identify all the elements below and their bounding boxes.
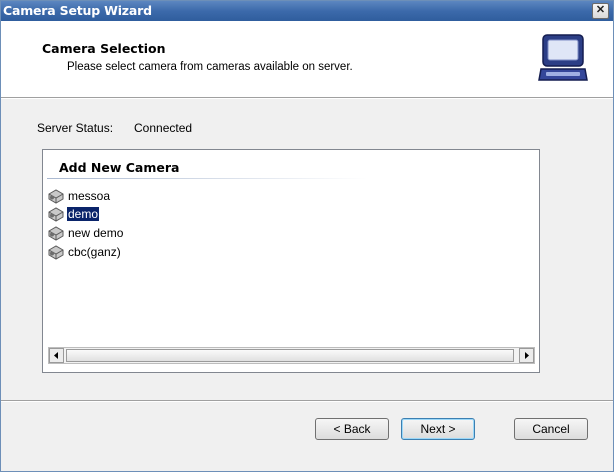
camera-name: new demo	[68, 226, 124, 240]
page-subtitle: Please select camera from cameras availa…	[67, 61, 353, 73]
arrow-left-icon	[54, 352, 58, 359]
footer-divider	[1, 400, 613, 402]
back-button[interactable]: < Back	[315, 418, 389, 440]
window-title: Camera Setup Wizard	[3, 3, 152, 18]
arrow-right-icon	[525, 352, 529, 359]
camera-name: demo	[67, 207, 100, 221]
camera-icon	[48, 245, 64, 260]
camera-icon	[48, 207, 64, 222]
cancel-button[interactable]: Cancel	[514, 418, 588, 440]
header-divider	[1, 97, 613, 99]
camera-icon	[48, 189, 64, 204]
scroll-right-button[interactable]	[519, 348, 534, 363]
page-title: Camera Selection	[42, 41, 166, 56]
list-header-divider	[47, 178, 367, 179]
close-icon: ✕	[595, 4, 606, 16]
title-bar[interactable]: Camera Setup Wizard ✕	[1, 1, 613, 21]
horizontal-scrollbar[interactable]	[48, 347, 535, 364]
wizard-header: Camera Selection Please select camera fr…	[1, 21, 613, 97]
camera-setup-wizard-window: Camera Setup Wizard ✕ Camera Selection P…	[0, 0, 614, 472]
camera-list[interactable]: Add New Camera messoa demo new demo cbc(…	[42, 149, 540, 373]
server-status-label: Server Status:	[37, 121, 114, 135]
list-header: Add New Camera	[59, 160, 180, 175]
scroll-thumb[interactable]	[66, 349, 514, 362]
close-button[interactable]: ✕	[592, 3, 609, 19]
server-status-value: Connected	[134, 121, 193, 135]
laptop-icon	[538, 34, 588, 81]
next-button[interactable]: Next >	[401, 418, 475, 440]
camera-name: cbc(ganz)	[68, 245, 121, 259]
scroll-left-button[interactable]	[49, 348, 64, 363]
camera-name: messoa	[68, 189, 111, 203]
camera-icon	[48, 226, 64, 241]
